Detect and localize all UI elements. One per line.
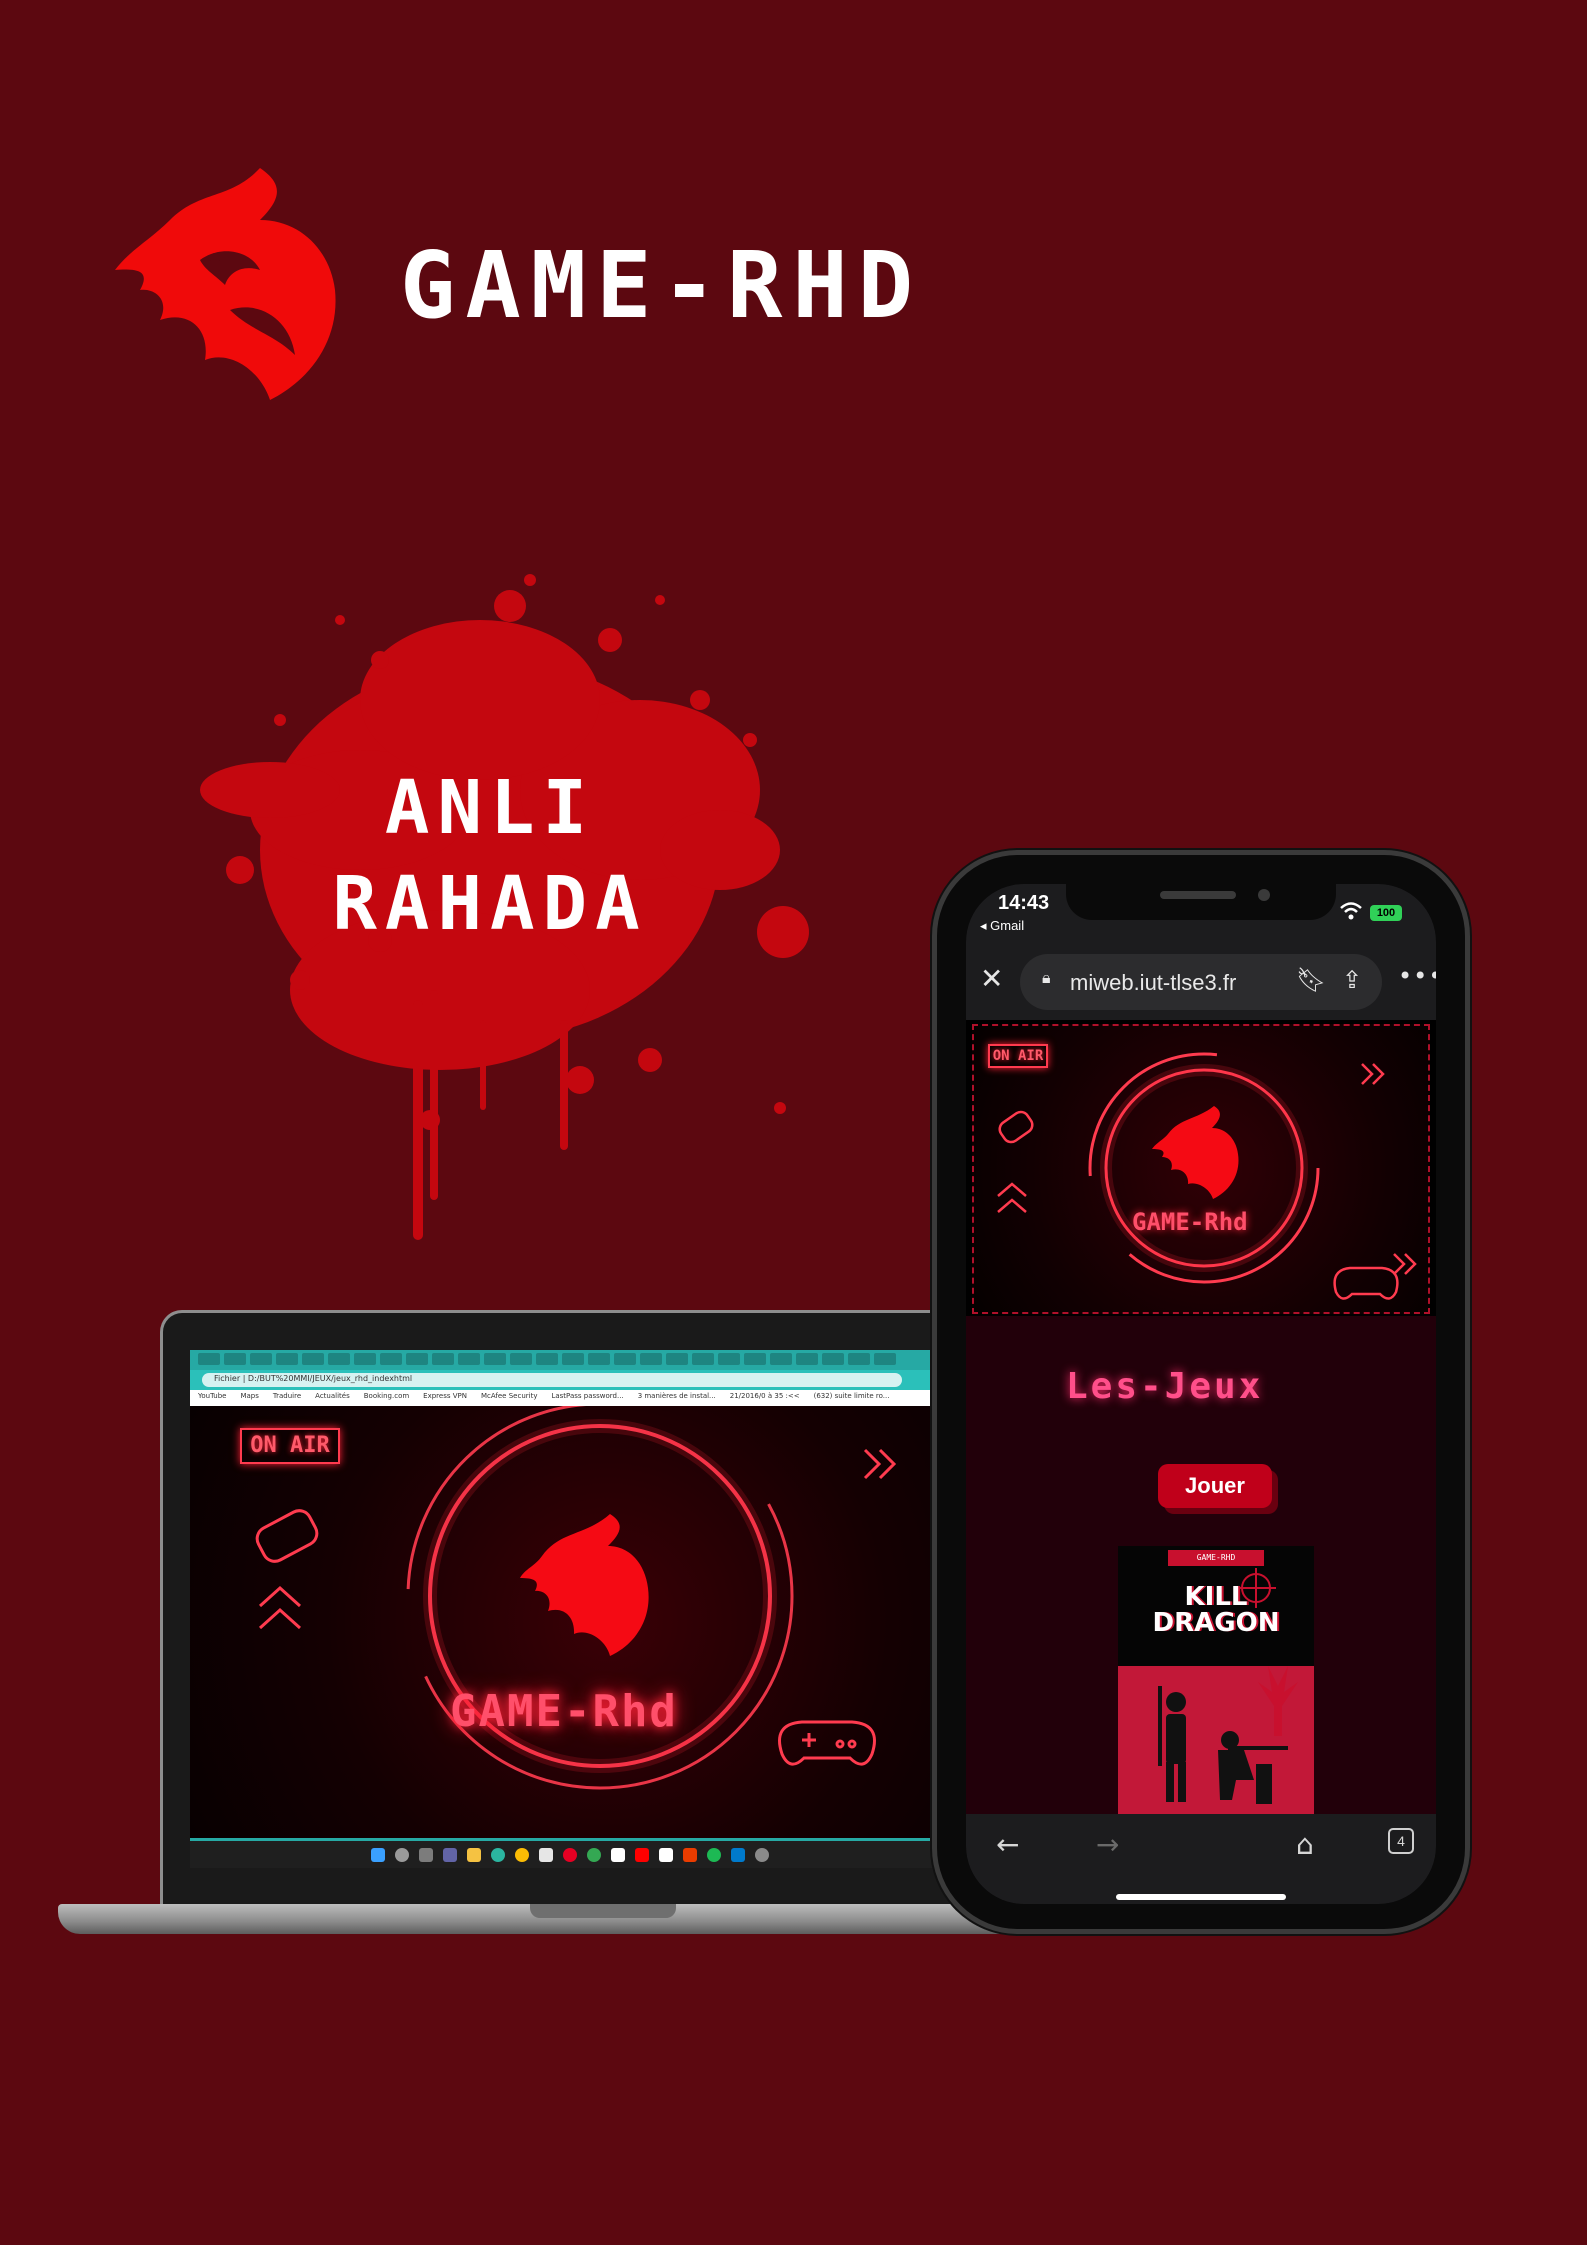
- play-icon[interactable]: [659, 1847, 673, 1862]
- home-indicator[interactable]: [1116, 1894, 1286, 1900]
- wifi-icon: [1340, 902, 1362, 924]
- phone-speaker: [1160, 891, 1236, 899]
- game-card-title-line: DRAGON: [1152, 1608, 1280, 1638]
- laptop-screen: Fichier | D:/BUT%20MMI/JEUX/jeux_rhd_ind…: [190, 1350, 950, 1868]
- back-arrow-icon[interactable]: ←: [996, 1828, 1019, 1861]
- store-icon[interactable]: [539, 1847, 553, 1862]
- neon-rings: [997, 1052, 1417, 1300]
- bookmark[interactable]: Booking.com: [364, 1392, 409, 1404]
- lock-icon: 🔒︎: [1042, 970, 1051, 987]
- task-view-icon[interactable]: [419, 1847, 433, 1862]
- laptop-logo-text: GAME-Rhd: [450, 1686, 678, 1737]
- phone-screen: 14:43 ◂ Gmail 100 ✕ 🔒︎ miweb.iut-tlse3.f…: [966, 884, 1436, 1904]
- status-time: 14:43: [998, 892, 1050, 914]
- bookmark[interactable]: Traduire: [273, 1392, 301, 1404]
- teams-icon[interactable]: [443, 1847, 457, 1862]
- author-first-name: ANLI: [384, 765, 596, 851]
- browser-tab-strip[interactable]: [190, 1350, 950, 1370]
- search-icon[interactable]: [395, 1847, 409, 1862]
- bookmark[interactable]: YouTube: [198, 1392, 226, 1404]
- phone-logo-text: GAME-Rhd: [1132, 1208, 1248, 1236]
- section-title: Les-Jeux: [1066, 1366, 1264, 1407]
- home-icon[interactable]: ⌂: [1296, 1828, 1314, 1861]
- edge-icon[interactable]: [491, 1847, 505, 1862]
- laptop-opening-notch: [530, 1904, 676, 1918]
- chrome-icon[interactable]: [587, 1847, 601, 1862]
- battery-icon: 100: [1370, 905, 1402, 921]
- phone-url-field[interactable]: 🔒︎ miweb.iut-tlse3.fr 🔖︎ ⇪: [1020, 954, 1382, 1010]
- close-icon[interactable]: ✕: [980, 962, 1003, 995]
- phone-browser-toolbar: ← → ⌂ 4: [966, 1814, 1436, 1904]
- url-text: miweb.iut-tlse3.fr: [1070, 970, 1237, 995]
- game-card-title: KILL DRAGON: [1134, 1584, 1298, 1636]
- bookmark[interactable]: Maps: [240, 1392, 258, 1404]
- bookmark[interactable]: (632) suite limite ro...: [814, 1392, 890, 1404]
- folder-icon[interactable]: [467, 1847, 481, 1862]
- youtube-icon[interactable]: [635, 1847, 649, 1862]
- bookmark[interactable]: Actualités: [315, 1392, 350, 1404]
- laptop-webpage-hero: ON AIR GAME-Rhd: [190, 1406, 950, 1838]
- brand-title: GAME-RHD: [400, 232, 924, 339]
- more-options-icon[interactable]: •••: [1398, 962, 1436, 990]
- game-card-badge: GAME-RHD: [1168, 1550, 1264, 1566]
- office-icon[interactable]: [683, 1847, 697, 1862]
- soldiers-silhouette: [1158, 1666, 1298, 1804]
- game-card-art: [1118, 1666, 1314, 1826]
- settings-icon[interactable]: [755, 1847, 769, 1862]
- play-button[interactable]: Jouer: [1158, 1464, 1272, 1508]
- windows-taskbar: [190, 1838, 950, 1868]
- bookmark[interactable]: LastPass password...: [551, 1392, 623, 1404]
- laptop-address-bar[interactable]: Fichier | D:/BUT%20MMI/JEUX/jeux_rhd_ind…: [202, 1373, 902, 1387]
- bookmark[interactable]: McAfee Security: [481, 1392, 537, 1404]
- author-name: ANLI RAHADA: [250, 760, 730, 952]
- back-to-gmail-link[interactable]: ◂ Gmail: [980, 918, 1024, 934]
- spotify-icon[interactable]: [707, 1847, 721, 1862]
- games-section: Les-Jeux Jouer GAME-RHD KILL DRAGON: [966, 1316, 1436, 1826]
- game-card-title-line: KILL: [1184, 1582, 1248, 1612]
- chrome-icon[interactable]: [515, 1847, 529, 1862]
- bookmark[interactable]: Express VPN: [423, 1392, 467, 1404]
- pinterest-icon[interactable]: [563, 1847, 577, 1862]
- game-card-poster: GAME-RHD KILL DRAGON: [1118, 1546, 1314, 1666]
- phone-browser-bar: ✕ 🔒︎ miweb.iut-tlse3.fr 🔖︎ ⇪ •••: [966, 944, 1436, 1020]
- neon-rings: [255, 1406, 897, 1790]
- share-icon[interactable]: ⇪: [1342, 966, 1362, 995]
- tabs-count-button[interactable]: 4: [1388, 1828, 1414, 1854]
- bookmark[interactable]: 3 manières de instal...: [638, 1392, 716, 1404]
- phone-camera: [1258, 889, 1270, 901]
- phone-webpage-hero: ON AIR GAME-Rhd: [972, 1024, 1430, 1314]
- notes-icon[interactable]: [611, 1847, 625, 1862]
- bookmark-icon[interactable]: 🔖︎: [1296, 966, 1326, 995]
- vscode-icon[interactable]: [731, 1847, 745, 1862]
- bookmark[interactable]: 21/2016/0 à 35 :<<: [730, 1392, 800, 1404]
- phone-notch: [1066, 884, 1336, 920]
- windows-start-icon[interactable]: [371, 1847, 385, 1862]
- author-last-name: RAHADA: [332, 861, 648, 947]
- forward-arrow-icon[interactable]: →: [1096, 1828, 1119, 1861]
- dragon-logo-icon: [110, 160, 350, 420]
- game-card[interactable]: GAME-RHD KILL DRAGON: [1118, 1546, 1314, 1826]
- bookmarks-bar: YouTube Maps Traduire Actualités Booking…: [190, 1390, 950, 1406]
